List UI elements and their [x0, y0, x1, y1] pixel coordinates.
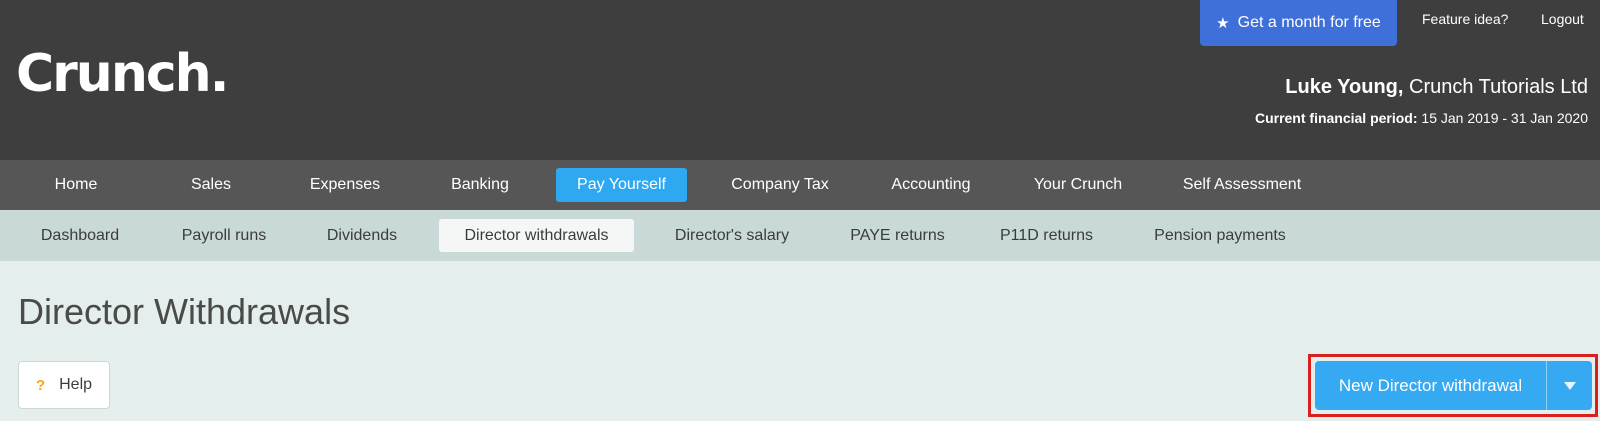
nav-company-tax[interactable]: Company Tax — [715, 168, 845, 202]
nav-pay-yourself[interactable]: Pay Yourself — [556, 168, 687, 202]
crunch-logo[interactable]: Crunch. — [16, 44, 229, 104]
promo-label: Get a month for free — [1237, 14, 1381, 31]
page-title: Director Withdrawals — [18, 291, 351, 332]
subnav-p11d-returns[interactable]: P11D returns — [993, 219, 1100, 252]
subnav-dividends[interactable]: Dividends — [312, 219, 412, 252]
nav-expenses[interactable]: Expenses — [290, 168, 400, 202]
help-button[interactable]: ? Help — [18, 361, 110, 409]
star-icon: ★ — [1216, 15, 1230, 32]
logout-link[interactable]: Logout — [1541, 11, 1584, 27]
nav-banking[interactable]: Banking — [432, 168, 528, 202]
new-director-withdrawal-button[interactable]: New Director withdrawal — [1315, 361, 1547, 410]
nav-self-assessment[interactable]: Self Assessment — [1172, 168, 1312, 202]
financial-period: Current financial period: 15 Jan 2019 - … — [1255, 110, 1588, 126]
user-company-line: Luke Young, Crunch Tutorials Ltd — [1285, 76, 1588, 99]
subnav-director-withdrawals[interactable]: Director withdrawals — [439, 219, 634, 252]
subnav-pension-payments[interactable]: Pension payments — [1140, 219, 1300, 252]
new-director-withdrawal-split-button: New Director withdrawal — [1315, 361, 1592, 410]
user-name: Luke Young, — [1285, 76, 1404, 98]
feature-idea-link[interactable]: Feature idea? — [1422, 11, 1508, 27]
subnav-payroll-runs[interactable]: Payroll runs — [168, 219, 280, 252]
period-value: 15 Jan 2019 - 31 Jan 2020 — [1421, 110, 1588, 126]
subnav-directors-salary[interactable]: Director's salary — [660, 219, 804, 252]
nav-accounting[interactable]: Accounting — [875, 168, 987, 202]
question-mark-icon: ? — [35, 376, 46, 394]
dropdown-toggle[interactable] — [1547, 361, 1592, 410]
subnav-paye-returns[interactable]: PAYE returns — [840, 219, 955, 252]
caret-down-icon — [1563, 381, 1576, 390]
help-label: Help — [59, 376, 93, 393]
main-nav: Home Sales Expenses Banking Pay Yourself… — [0, 160, 1600, 210]
subnav-dashboard[interactable]: Dashboard — [22, 219, 138, 252]
get-month-free-button[interactable]: ★ Get a month for free — [1200, 0, 1397, 46]
nav-sales[interactable]: Sales — [165, 168, 257, 202]
app-header: Crunch. ★ Get a month for free Feature i… — [0, 0, 1600, 160]
sub-nav: Dashboard Payroll runs Dividends Directo… — [0, 210, 1600, 261]
company-name: Crunch Tutorials Ltd — [1409, 76, 1588, 98]
period-label: Current financial period: — [1254, 110, 1418, 126]
nav-your-crunch[interactable]: Your Crunch — [1020, 168, 1136, 202]
nav-home[interactable]: Home — [30, 168, 122, 202]
